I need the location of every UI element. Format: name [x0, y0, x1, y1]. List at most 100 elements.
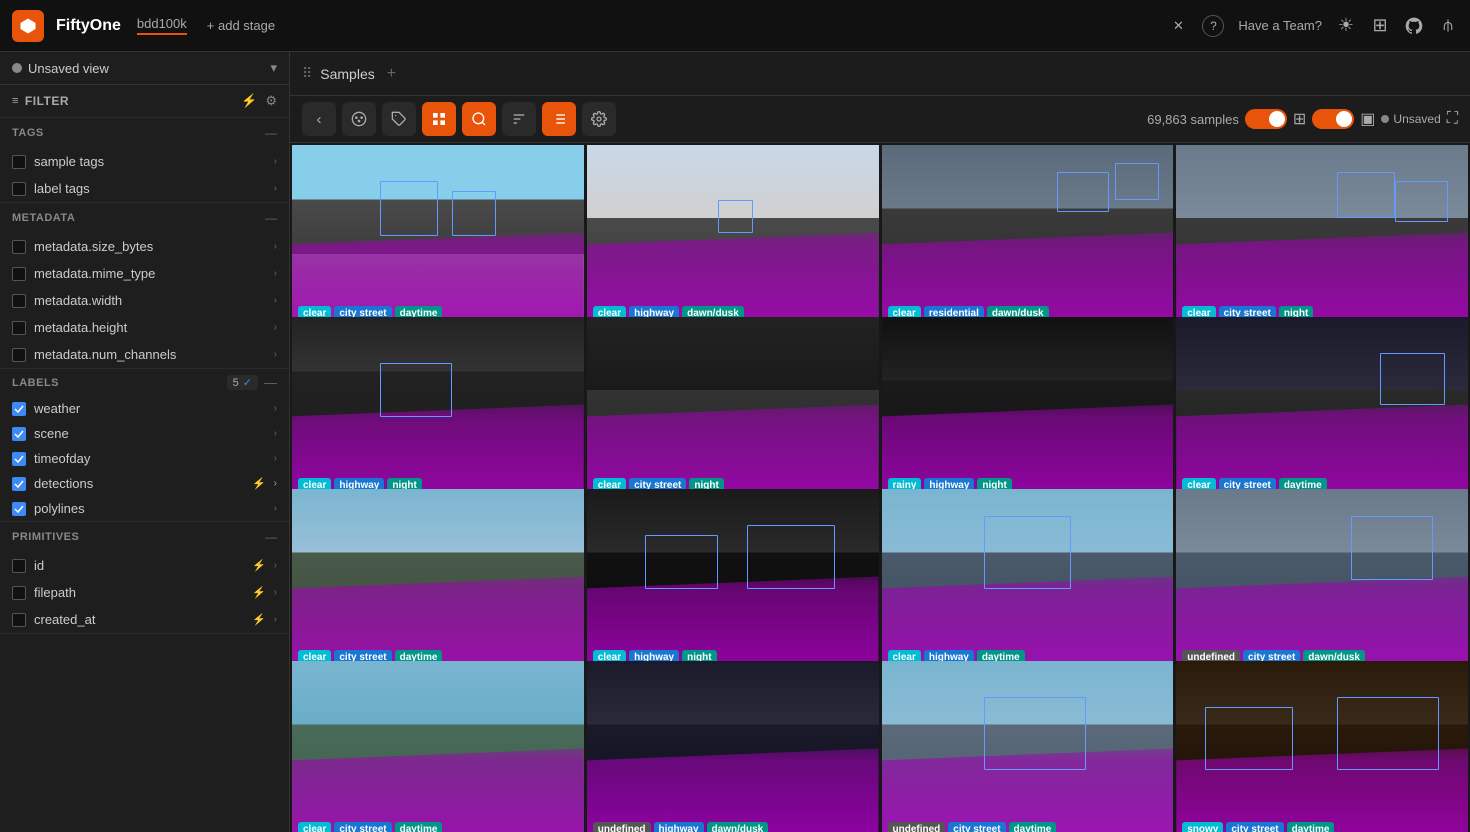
filter-title: ≡ FILTER [12, 94, 235, 108]
tags-header[interactable]: TAGS — [0, 118, 289, 148]
github-icon[interactable] [1404, 16, 1424, 36]
metadata-height-chevron[interactable]: › [274, 322, 277, 333]
metadata-mime-item[interactable]: metadata.mime_type › [0, 260, 289, 287]
metadata-mime-chevron[interactable]: › [274, 268, 277, 279]
labels-header[interactable]: LABELS 5 ✓ — [0, 369, 289, 396]
settings-button[interactable] [582, 102, 616, 136]
grid-cell-6[interactable]: clearcity streetnight [587, 317, 879, 499]
metadata-header[interactable]: METADATA — [0, 203, 289, 233]
search-button[interactable] [462, 102, 496, 136]
view-selector[interactable]: Unsaved view ▾ [0, 52, 289, 85]
weather-checkbox[interactable] [12, 402, 26, 416]
sample-tags-chevron[interactable]: › [274, 156, 277, 167]
metadata-size-chevron[interactable]: › [274, 241, 277, 252]
metadata-width-checkbox[interactable] [12, 294, 26, 308]
sample-tags-item[interactable]: sample tags › [0, 148, 289, 175]
grid-cell-7[interactable]: rainyhighwaynight [882, 317, 1174, 499]
timeofday-chevron[interactable]: › [274, 453, 277, 464]
created-at-checkbox[interactable] [12, 613, 26, 627]
expand-icon[interactable]: ⛶ [1447, 110, 1458, 128]
created-at-item[interactable]: created_at ⚡ › [0, 606, 289, 633]
grid-dots-view-icon[interactable]: ⊞ [1293, 109, 1306, 129]
scene-checkbox[interactable] [12, 427, 26, 441]
grid-cell-12[interactable]: undefinedcity streetdawn/dusk [1176, 489, 1468, 671]
metadata-channels-item[interactable]: metadata.num_channels › [0, 341, 289, 368]
metadata-collapse-icon[interactable]: — [265, 211, 277, 225]
grid-dots-icon[interactable]: ⠿ [302, 65, 312, 82]
metadata-channels-checkbox[interactable] [12, 348, 26, 362]
close-icon[interactable]: ✕ [1168, 16, 1188, 36]
split-view-icon[interactable]: ⫛ [1438, 16, 1458, 36]
metadata-height-checkbox[interactable] [12, 321, 26, 335]
labels-collapse-icon[interactable]: — [264, 375, 277, 390]
weather-label-item[interactable]: weather › [0, 396, 289, 421]
id-item[interactable]: id ⚡ › [0, 552, 289, 579]
detections-checkbox[interactable] [12, 477, 26, 491]
metadata-channels-chevron[interactable]: › [274, 349, 277, 360]
filepath-chevron[interactable]: › [274, 587, 277, 598]
sample-tags-checkbox[interactable] [12, 155, 26, 169]
label-tags-item[interactable]: label tags › [0, 175, 289, 202]
metadata-width-chevron[interactable]: › [274, 295, 277, 306]
sort-button[interactable] [502, 102, 536, 136]
filter-lightning-icon[interactable]: ⚡ [241, 93, 257, 109]
metadata-size-item[interactable]: metadata.size_bytes › [0, 233, 289, 260]
list-view-button[interactable] [542, 102, 576, 136]
weather-chevron[interactable]: › [274, 403, 277, 414]
metadata-size-checkbox[interactable] [12, 240, 26, 254]
add-stage-button[interactable]: + add stage [207, 18, 275, 33]
id-checkbox[interactable] [12, 559, 26, 573]
scene-chevron[interactable]: › [274, 428, 277, 439]
grid-cell-13[interactable]: clearcity streetdaytime [292, 661, 584, 832]
metadata-height-item[interactable]: metadata.height › [0, 314, 289, 341]
detections-label-item[interactable]: detections ⚡ › [0, 471, 289, 496]
samples-tab[interactable]: Samples [320, 66, 374, 82]
created-at-chevron[interactable]: › [274, 614, 277, 625]
filepath-label: filepath [34, 585, 244, 600]
grid-cell-5[interactable]: clearhighwaynight [292, 317, 584, 499]
add-tab-button[interactable]: + [387, 65, 396, 83]
id-chevron[interactable]: › [274, 560, 277, 571]
sun-icon[interactable]: ☀ [1336, 16, 1356, 36]
grid-cell-10[interactable]: clearhighwaynight [587, 489, 879, 671]
label-tags-checkbox[interactable] [12, 182, 26, 196]
grid-cell-4[interactable]: clearcity streetnight [1176, 145, 1468, 327]
label-tags-chevron[interactable]: › [274, 183, 277, 194]
grid-cell-2[interactable]: clearhighwaydawn/dusk [587, 145, 879, 327]
grid-apps-icon[interactable]: ⊞ [1370, 16, 1390, 36]
detection-box-5-0 [380, 363, 453, 418]
grid-cell-14[interactable]: undefinedhighwaydawn/dusk [587, 661, 879, 832]
grid-cell-3[interactable]: clearresidentialdawn/dusk [882, 145, 1174, 327]
color-button[interactable] [342, 102, 376, 136]
logo-icon[interactable] [12, 10, 44, 42]
tag-button[interactable] [382, 102, 416, 136]
polylines-chevron[interactable]: › [274, 503, 277, 514]
filter-settings-icon[interactable]: ⚙ [265, 93, 277, 109]
scene-label-item[interactable]: scene › [0, 421, 289, 446]
primitives-collapse-icon[interactable]: — [265, 530, 277, 544]
primitives-header[interactable]: PRIMITIVES — [0, 522, 289, 552]
grid-cell-16[interactable]: snowycity streetdaytime [1176, 661, 1468, 832]
polylines-checkbox[interactable] [12, 502, 26, 516]
toggle-slider-1[interactable] [1245, 109, 1287, 129]
polylines-label-item[interactable]: polylines › [0, 496, 289, 521]
back-button[interactable]: ‹ [302, 102, 336, 136]
help-icon[interactable]: ? [1202, 15, 1224, 37]
grid-cell-15[interactable]: undefinedcity streetdaytime [882, 661, 1174, 832]
grid-view-button[interactable] [422, 102, 456, 136]
grid-cell-1[interactable]: clearcity streetdaytime [292, 145, 584, 327]
metadata-mime-checkbox[interactable] [12, 267, 26, 281]
filepath-item[interactable]: filepath ⚡ › [0, 579, 289, 606]
tags-collapse-icon[interactable]: — [265, 126, 277, 140]
metadata-width-item[interactable]: metadata.width › [0, 287, 289, 314]
filepath-checkbox[interactable] [12, 586, 26, 600]
toggle-slider-2[interactable] [1312, 109, 1354, 129]
detections-chevron[interactable]: › [274, 478, 277, 489]
grid-cell-8[interactable]: clearcity streetdaytime [1176, 317, 1468, 499]
grid-cell-9[interactable]: clearcity streetdaytime [292, 489, 584, 671]
timeofday-checkbox[interactable] [12, 452, 26, 466]
timeofday-label-item[interactable]: timeofday › [0, 446, 289, 471]
detection-box-1-0 [380, 181, 438, 236]
panel-view-icon[interactable]: ▣ [1360, 109, 1375, 129]
grid-cell-11[interactable]: clearhighwaydaytime [882, 489, 1174, 671]
